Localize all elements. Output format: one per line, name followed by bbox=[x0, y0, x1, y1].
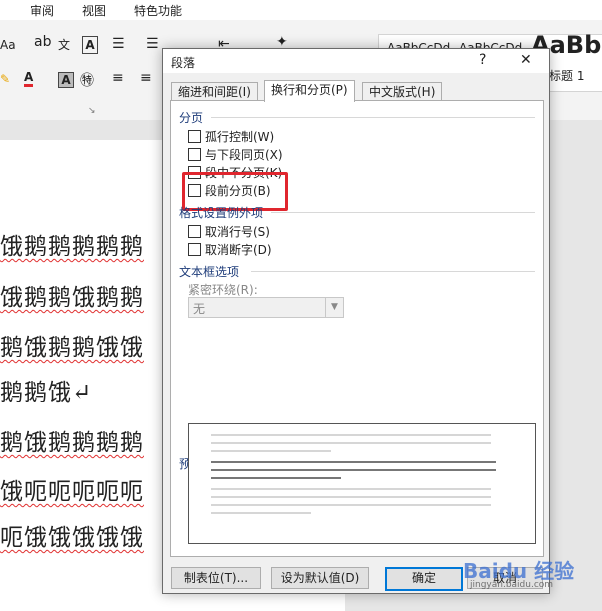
dialog-title: 段落 bbox=[171, 56, 196, 70]
preview-current-line bbox=[211, 461, 496, 463]
tab-indent-spacing[interactable]: 缩进和间距(I) bbox=[171, 82, 258, 101]
preview-next-line bbox=[211, 512, 311, 514]
paragraph-dialog: 段落 ? ✕ 缩进和间距(I) 换行和分页(P) 中文版式(H) 分页 孤行控制… bbox=[162, 48, 550, 594]
doc-line[interactable]: 鹅饿鹅鹅鹅鹅 bbox=[0, 423, 144, 457]
dont-hyphenate-checkbox[interactable]: 取消断字(D) bbox=[188, 241, 272, 258]
font-size-button[interactable]: Aa bbox=[0, 38, 16, 52]
tab-panel: 分页 孤行控制(W) 与下段同页(X) 段中不分页(K) 段前分页(B) 格式设… bbox=[170, 100, 544, 557]
bullets-icon[interactable]: ☰ bbox=[112, 36, 125, 52]
chevron-down-icon[interactable]: ▼ bbox=[325, 298, 343, 317]
char-shading-icon[interactable]: A bbox=[58, 72, 74, 88]
tab-view[interactable]: 视图 bbox=[82, 2, 106, 19]
preview-box bbox=[188, 423, 536, 544]
align-center-icon[interactable]: ≡ bbox=[140, 70, 152, 86]
style-caption-heading1: 标题 1 bbox=[549, 69, 585, 83]
checkbox-box[interactable] bbox=[188, 184, 201, 197]
close-icon[interactable]: ✕ bbox=[520, 52, 532, 68]
checkbox-box[interactable] bbox=[188, 225, 201, 238]
preview-current-line bbox=[211, 469, 496, 471]
widow-control-checkbox[interactable]: 孤行控制(W) bbox=[188, 128, 274, 145]
help-button[interactable]: ? bbox=[479, 52, 486, 68]
checkbox-box[interactable] bbox=[188, 243, 201, 256]
tab-review[interactable]: 审阅 bbox=[30, 2, 54, 19]
tight-wrap-select[interactable]: 无 ▼ bbox=[188, 297, 344, 318]
tab-special-features[interactable]: 特色功能 bbox=[134, 2, 182, 19]
numbering-icon[interactable]: ☰ bbox=[146, 36, 159, 52]
tight-wrap-label: 紧密环绕(R): bbox=[188, 283, 258, 297]
checkbox-box[interactable] bbox=[188, 148, 201, 161]
phonetic-guide-icon[interactable]: 文 bbox=[58, 36, 70, 53]
watermark-url: jingyan.baidu.com bbox=[470, 580, 554, 590]
dialog-titlebar[interactable]: 段落 ? ✕ bbox=[163, 49, 549, 73]
preview-next-line bbox=[211, 488, 491, 490]
ok-button[interactable]: 确定 bbox=[385, 567, 463, 591]
doc-line[interactable]: 鹅鹅饿↵ bbox=[0, 373, 92, 407]
section-pagination: 分页 bbox=[179, 111, 204, 125]
tab-asian-typography[interactable]: 中文版式(H) bbox=[362, 82, 443, 101]
preview-next-line bbox=[211, 504, 491, 506]
doc-line[interactable]: 饿鹅鹅鹅鹅鹅 bbox=[0, 227, 144, 261]
spellcheck-icon[interactable]: ab bbox=[34, 34, 51, 50]
suppress-line-numbers-checkbox[interactable]: 取消行号(S) bbox=[188, 223, 270, 240]
set-default-button[interactable]: 设为默认值(D) bbox=[271, 567, 369, 589]
section-exceptions: 格式设置例外项 bbox=[179, 206, 264, 220]
preview-next-line bbox=[211, 496, 491, 498]
preview-current-line bbox=[211, 477, 341, 479]
doc-line[interactable]: 饿鹅鹅饿鹅鹅 bbox=[0, 278, 144, 312]
doc-line[interactable]: 鹅饿鹅鹅饿饿 bbox=[0, 328, 144, 362]
keep-with-next-checkbox[interactable]: 与下段同页(X) bbox=[188, 146, 283, 163]
preview-prev-line bbox=[211, 434, 491, 436]
section-textbox: 文本框选项 bbox=[179, 265, 240, 279]
char-border-icon[interactable]: A bbox=[82, 36, 98, 54]
tabs-button[interactable]: 制表位(T)... bbox=[171, 567, 261, 589]
divider bbox=[211, 117, 535, 118]
highlight-color-icon[interactable]: ✎ bbox=[0, 72, 10, 86]
doc-line[interactable]: 饿呃呃呃呃呃 bbox=[0, 472, 144, 506]
font-color-icon[interactable]: A bbox=[24, 70, 34, 87]
preview-prev-line bbox=[211, 442, 491, 444]
checkbox-box[interactable] bbox=[188, 130, 201, 143]
ribbon-tabs: 审阅 视图 特色功能 bbox=[0, 0, 602, 20]
preview-prev-line bbox=[211, 450, 331, 452]
divider bbox=[251, 271, 535, 272]
page-break-before-checkbox[interactable]: 段前分页(B) bbox=[188, 182, 271, 199]
dialog-launcher-icon[interactable]: ↘ bbox=[88, 106, 96, 116]
tab-line-page-breaks[interactable]: 换行和分页(P) bbox=[264, 80, 355, 102]
enclose-char-icon[interactable]: ㊕ bbox=[80, 70, 94, 90]
doc-line[interactable]: 呃饿饿饿饿饿 bbox=[0, 518, 144, 552]
align-left-icon[interactable]: ≡ bbox=[112, 70, 124, 86]
divider bbox=[271, 212, 535, 213]
